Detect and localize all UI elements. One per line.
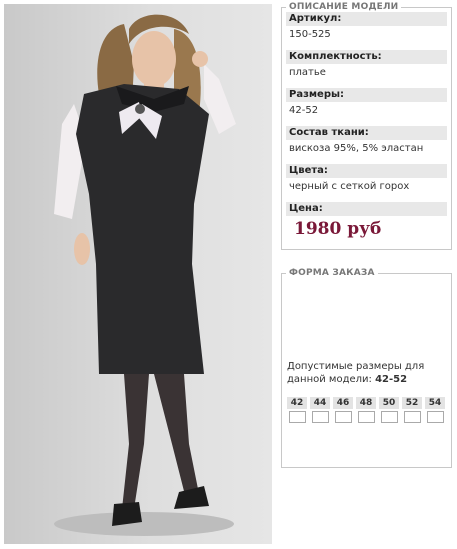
size-header-46: 46 — [333, 397, 353, 409]
size-quantity-input-42[interactable] — [288, 411, 306, 423]
size-option-50: 50 — [379, 397, 399, 423]
size-option-52: 52 — [402, 397, 422, 423]
size-quantity-input-46[interactable] — [334, 411, 352, 423]
size-option-44: 44 — [310, 397, 330, 423]
size-option-42: 42 — [287, 397, 307, 423]
order-form-title: ФОРМА ЗАКАЗА — [289, 268, 375, 278]
completeness-value: платье — [289, 67, 326, 78]
allowed-sizes-value: 42-52 — [375, 374, 408, 385]
size-quantity-input-48[interactable] — [357, 411, 375, 423]
product-photo — [4, 4, 272, 544]
size-header-52: 52 — [402, 397, 422, 409]
size-option-46: 46 — [333, 397, 353, 423]
completeness-label: Комплектность: — [286, 50, 447, 64]
price-value: 1980 руб — [294, 219, 382, 239]
fabric-value: вискоза 95%, 5% эластан — [289, 143, 424, 154]
article-label: Артикул: — [286, 12, 447, 26]
allowed-sizes-text: Допустимые размеры для данной модели: 42… — [287, 360, 447, 386]
size-quantity-input-54[interactable] — [426, 411, 444, 423]
colors-value: черный с сеткой горох — [289, 181, 410, 192]
model-description-panel: ОПИСАНИЕ МОДЕЛИ Артикул: 150-525 Комплек… — [281, 2, 452, 250]
size-option-48: 48 — [356, 397, 376, 423]
size-option-54: 54 — [425, 397, 445, 423]
size-header-48: 48 — [356, 397, 376, 409]
sizes-value: 42-52 — [289, 105, 319, 116]
colors-label: Цвета: — [286, 164, 447, 178]
size-header-50: 50 — [379, 397, 399, 409]
size-quantity-input-50[interactable] — [380, 411, 398, 423]
model-description-title: ОПИСАНИЕ МОДЕЛИ — [289, 2, 399, 12]
model-illustration — [54, 14, 236, 536]
fabric-label: Состав ткани: — [286, 126, 447, 140]
size-header-54: 54 — [425, 397, 445, 409]
size-header-42: 42 — [287, 397, 307, 409]
size-header-44: 44 — [310, 397, 330, 409]
size-selector: 42 44 46 48 50 52 54 — [287, 397, 445, 423]
sizes-label: Размеры: — [286, 88, 447, 102]
size-quantity-input-44[interactable] — [311, 411, 329, 423]
price-label: Цена: — [286, 202, 447, 216]
size-quantity-input-52[interactable] — [403, 411, 421, 423]
article-value: 150-525 — [289, 29, 331, 40]
order-form-panel: ФОРМА ЗАКАЗА Допустимые размеры для данн… — [281, 268, 452, 468]
